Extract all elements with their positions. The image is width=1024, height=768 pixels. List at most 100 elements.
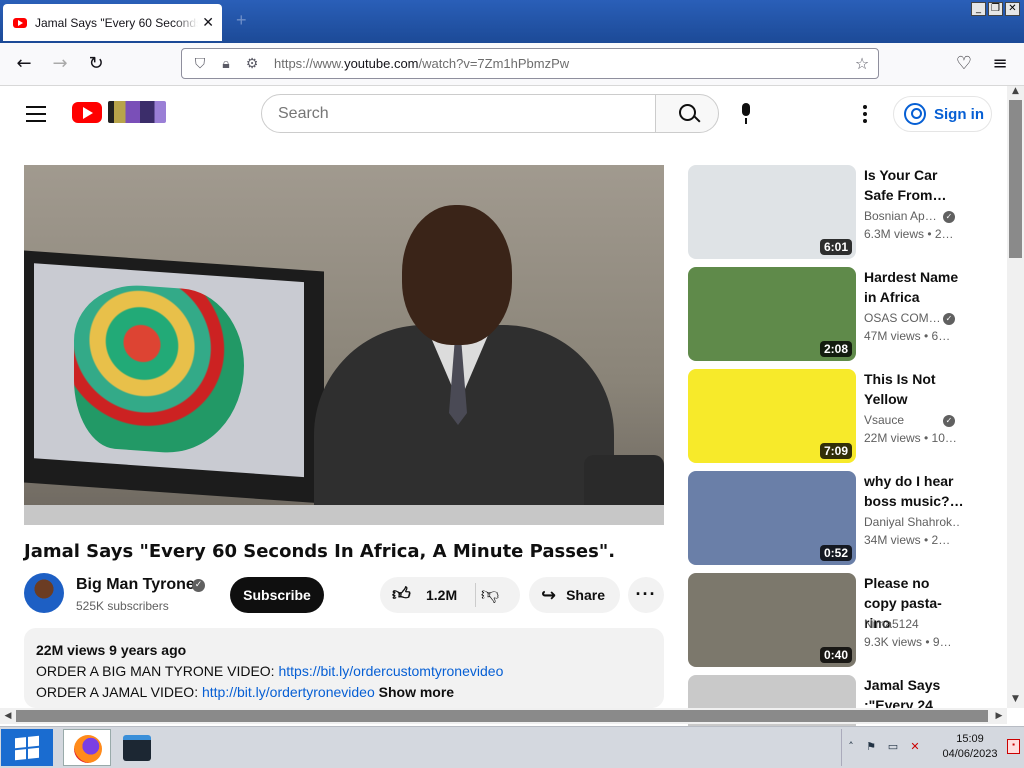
verified-check-icon: ✓	[943, 415, 955, 427]
more-actions-button[interactable]: ···	[628, 577, 664, 613]
recommendation-thumbnail[interactable]: 0:52	[688, 471, 856, 565]
duration-badge: 0:40	[819, 647, 852, 663]
scroll-left-icon[interactable]: ◀	[0, 708, 16, 724]
windows-logo-icon	[15, 735, 39, 761]
search-input[interactable]: Search	[261, 94, 656, 133]
pocket-icon[interactable]: ♡	[954, 54, 974, 74]
desc-link-1[interactable]: https://bit.ly/ordercustomtyronevideo	[278, 663, 503, 679]
url-text[interactable]: https://www.youtube.com/watch?v=7Zm1hPbm…	[274, 56, 852, 71]
youtube-doodle-logo[interactable]	[108, 101, 166, 123]
recommendation-thumbnail[interactable]: 0:40	[688, 573, 856, 667]
recommendation-item[interactable]: 7:09 This Is Not Yellow Vsauce ✓ 22M views •…	[688, 369, 978, 463]
duration-badge: 7:09	[819, 443, 852, 459]
restore-button[interactable]: ❐	[988, 2, 1003, 16]
recommendation-item[interactable]: 0:52 why do I hear boss music?… Daniyal Sh…	[688, 471, 978, 565]
description-box[interactable]: 22M views 9 years ago ORDER A BIG MAN TY…	[24, 628, 664, 708]
verified-check-icon: ✓	[192, 579, 205, 592]
flag-icon[interactable]: ⚑	[864, 740, 878, 754]
desc-link-2[interactable]: http://bit.ly/ordertyronevideo	[202, 684, 375, 700]
recommendation-channel[interactable]: Daniyal Shahrok…	[864, 515, 960, 529]
vertical-scrollbar[interactable]: ▲ ▼	[1007, 86, 1024, 708]
recommendation-title[interactable]: why do I hear boss music?…	[864, 471, 964, 511]
recommendation-item[interactable]: 0:40 Please no copy pasta-rino Nima5124 9.3…	[688, 573, 978, 667]
notification-icon[interactable]: ▪	[1007, 739, 1020, 754]
duration-badge: 2:08	[819, 341, 852, 357]
desc-text-2: ORDER A JAMAL VIDEO:	[36, 684, 202, 700]
recommendation-thumbnail[interactable]: 7:09	[688, 369, 856, 463]
share-label: Share	[566, 587, 606, 603]
video-title: Jamal Says "Every 60 Seconds In Africa, …	[24, 541, 616, 562]
network-icon[interactable]: ▭	[886, 740, 900, 754]
window-controls: _ ❐ ✕	[971, 2, 1020, 16]
close-window-button[interactable]: ✕	[1005, 2, 1020, 16]
taskbar-firefox[interactable]	[63, 729, 111, 766]
horizontal-scroll-thumb[interactable]	[16, 710, 988, 722]
youtube-logo-icon[interactable]	[72, 102, 102, 123]
recommendation-title[interactable]: This Is Not Yellow	[864, 369, 964, 409]
verified-check-icon: ✓	[943, 313, 955, 325]
dislike-button[interactable]: 👎︎	[480, 585, 500, 605]
permissions-icon[interactable]: ⚙	[244, 56, 260, 72]
sign-in-button[interactable]: Sign in	[893, 96, 992, 132]
vertical-scroll-thumb[interactable]	[1009, 100, 1022, 258]
recommendation-stats: 6.3M views • 2…	[864, 227, 954, 241]
menu-icon[interactable]: ≡	[990, 54, 1010, 74]
channel-row: Big Man Tyrone ✓ 525K subscribers Subscr…	[24, 573, 664, 615]
recommendation-item[interactable]: 2:08 Hardest Name in Africa OSAS COM… ✓ 47M …	[688, 267, 978, 361]
tab-close-icon[interactable]: ✕	[202, 14, 214, 31]
channel-name[interactable]: Big Man Tyrone	[76, 576, 195, 594]
shield-icon[interactable]: ⛉	[192, 56, 208, 72]
recommendation-title[interactable]: Is Your Car Safe From…	[864, 165, 964, 205]
tab-title: Jamal Says "Every 60 Seconds In Africa, …	[35, 15, 199, 30]
back-arrow-icon[interactable]: ←	[14, 54, 34, 74]
recommendation-channel[interactable]: Nima5124	[864, 617, 960, 631]
forward-arrow-icon[interactable]: →	[50, 54, 70, 74]
settings-kebab-icon[interactable]	[862, 105, 868, 123]
search-button[interactable]	[655, 94, 719, 133]
subscribe-button[interactable]: Subscribe	[230, 577, 324, 613]
clock[interactable]: 15:09 04/06/2023	[938, 732, 1002, 762]
tab-strip: Jamal Says "Every 60 Seconds In Africa, …	[0, 0, 1024, 43]
youtube-header: Search Sign in	[0, 86, 1007, 142]
share-button[interactable]: ↪ Share	[529, 577, 620, 613]
tray-expand-icon[interactable]: ˄	[844, 740, 858, 754]
scroll-up-icon[interactable]: ▲	[1007, 86, 1024, 100]
browser-tab[interactable]: Jamal Says "Every 60 Seconds In Africa, …	[3, 4, 222, 41]
desc-text-1: ORDER A BIG MAN TYRONE VIDEO:	[36, 663, 279, 679]
guide-menu-icon[interactable]	[26, 106, 46, 122]
start-button[interactable]	[1, 729, 53, 766]
sign-in-label: Sign in	[934, 105, 984, 123]
scroll-right-icon[interactable]: ▶	[991, 708, 1007, 724]
verified-check-icon: ✓	[943, 211, 955, 223]
show-more-button[interactable]: Show more	[379, 684, 454, 700]
recommendation-stats: 22M views • 10…	[864, 431, 957, 445]
scroll-down-icon[interactable]: ▼	[1007, 694, 1024, 708]
share-arrow-icon: ↪	[541, 584, 557, 606]
reload-icon[interactable]: ↻	[86, 54, 106, 74]
video-player[interactable]	[24, 165, 664, 525]
horizontal-scrollbar[interactable]: ◀ ▶	[0, 708, 1007, 724]
clock-time: 15:09	[956, 733, 984, 745]
views-and-age: 22M views 9 years ago	[36, 642, 187, 658]
lock-icon[interactable]: 🔒︎	[218, 56, 234, 72]
monitor-in-video	[24, 250, 324, 504]
like-button[interactable]: 👍︎ 1.2M	[392, 577, 457, 613]
taskbar-terminal[interactable]	[113, 729, 161, 766]
minimize-button[interactable]: _	[971, 2, 986, 16]
thumbs-up-icon: 👍︎	[392, 584, 411, 605]
navigation-bar: ← → ↻ ⛉ 🔒︎ ⚙ https://www.youtube.com/wat…	[0, 43, 1024, 86]
recommendation-stats: 34M views • 2…	[864, 533, 951, 547]
recommendation-thumbnail[interactable]: 6:01	[688, 165, 856, 259]
like-dislike-group: 👍︎ 1.2M 👎︎	[380, 577, 520, 613]
recommendation-item[interactable]: 6:01 Is Your Car Safe From… Bosnian Ap… ✓ 6.…	[688, 165, 978, 259]
volume-muted-icon[interactable]: ✕	[908, 740, 922, 754]
recommendation-title[interactable]: Hardest Name in Africa	[864, 267, 964, 307]
recommendation-thumbnail[interactable]: 2:08	[688, 267, 856, 361]
browser-window: Jamal Says "Every 60 Seconds In Africa, …	[0, 0, 1024, 768]
bookmark-star-icon[interactable]: ☆	[852, 54, 872, 73]
microphone-icon[interactable]	[739, 103, 753, 125]
new-tab-button[interactable]: +	[236, 10, 247, 31]
channel-avatar[interactable]	[24, 573, 64, 613]
thumbs-down-icon: 👎︎	[480, 584, 500, 605]
address-bar[interactable]: ⛉ 🔒︎ ⚙ https://www.youtube.com/watch?v=7…	[181, 48, 879, 79]
